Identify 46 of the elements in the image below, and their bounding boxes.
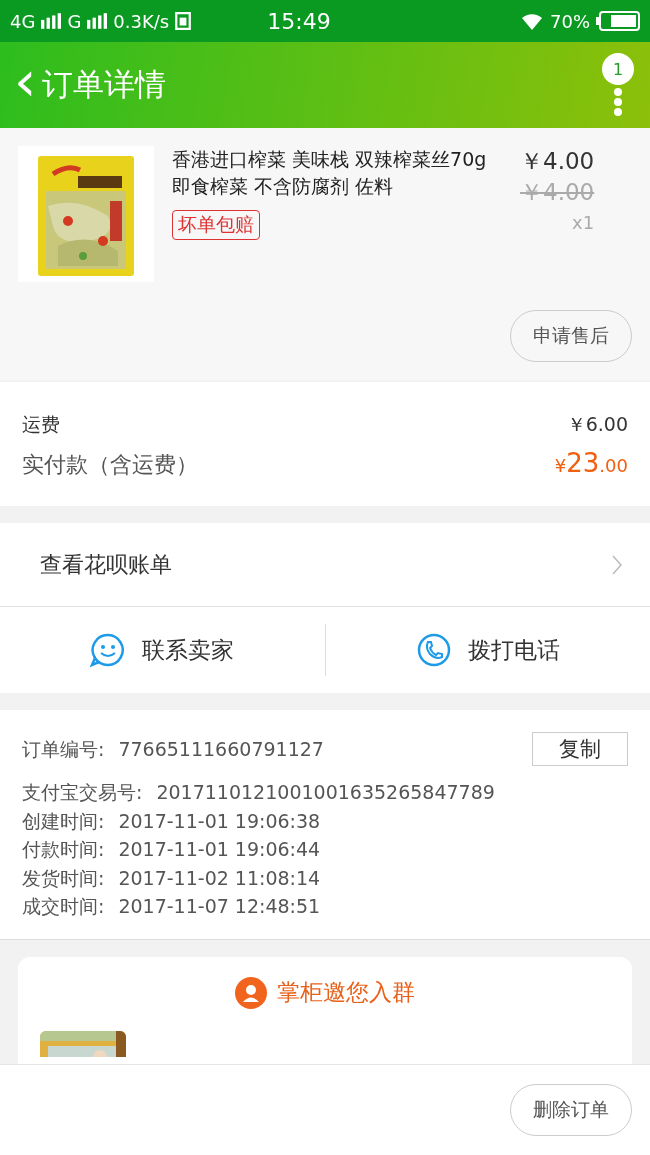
- signal-icon: [41, 13, 62, 29]
- fee-value: ￥6.00: [566, 412, 628, 437]
- smiley-chat-icon: [90, 632, 127, 668]
- signal-icon: [87, 13, 108, 29]
- delete-order-button[interactable]: 删除订单: [510, 1084, 632, 1136]
- notification-badge: 1: [602, 53, 634, 85]
- info-label: 创建时间:: [22, 808, 105, 834]
- info-value: 2017110121001001635265847789: [156, 780, 496, 805]
- total-label: 实付款（含运费）: [22, 451, 198, 479]
- price: ￥4.00: [520, 147, 595, 176]
- sim-icon: [175, 12, 192, 30]
- phone-icon: [415, 632, 452, 668]
- wifi-icon: [520, 12, 544, 30]
- product-title: 香港进口榨菜 美味栈 双辣榨菜丝70g 即食榨菜 不含防腐剂 佐料: [172, 147, 488, 199]
- after-sale-button[interactable]: 申请售后: [510, 310, 632, 362]
- battery-label: 70%: [550, 10, 590, 32]
- chevron-icon: [612, 554, 622, 575]
- original-price: ￥4.00: [520, 178, 595, 207]
- fee-label: 运费: [22, 412, 60, 437]
- total-amount: ¥23.00: [554, 448, 628, 478]
- contact-button[interactable]: 联系卖家: [0, 631, 325, 669]
- guarantee-tag: 坏单包赔: [172, 210, 260, 240]
- huabei-label: 查看花呗账单: [40, 550, 172, 579]
- network-label: 4G: [10, 10, 36, 32]
- more-icon[interactable]: [613, 87, 623, 117]
- info-label: 订单编号:: [22, 736, 105, 762]
- network-label: G: [67, 10, 82, 32]
- info-value: 2017-11-01 19:06:44: [118, 837, 322, 862]
- quantity: x1: [572, 212, 595, 233]
- speed-label: 0.3K/s: [113, 10, 170, 32]
- info-value: 2017-11-07 12:48:51: [118, 894, 322, 919]
- battery-icon: [596, 11, 640, 31]
- page-title: 订单详情: [42, 65, 168, 104]
- huabei-row[interactable]: 查看花呗账单: [0, 523, 650, 607]
- contact-button[interactable]: 拨打电话: [325, 631, 650, 669]
- copy-button[interactable]: 复制: [532, 732, 628, 766]
- info-label: 支付宝交易号:: [22, 780, 143, 805]
- group-icon: [235, 976, 267, 1009]
- info-value: 2017-11-02 11:08:14: [118, 865, 322, 891]
- info-label: 发货时间:: [22, 865, 105, 891]
- info-label: 付款时间:: [22, 837, 105, 862]
- group-invite-title: 掌柜邀您入群: [277, 978, 415, 1007]
- clock: 15:49: [267, 8, 332, 34]
- info-value: 2017-11-01 19:06:38: [118, 808, 322, 834]
- info-label: 成交时间:: [22, 894, 105, 919]
- info-value: 77665111660791127: [118, 736, 325, 762]
